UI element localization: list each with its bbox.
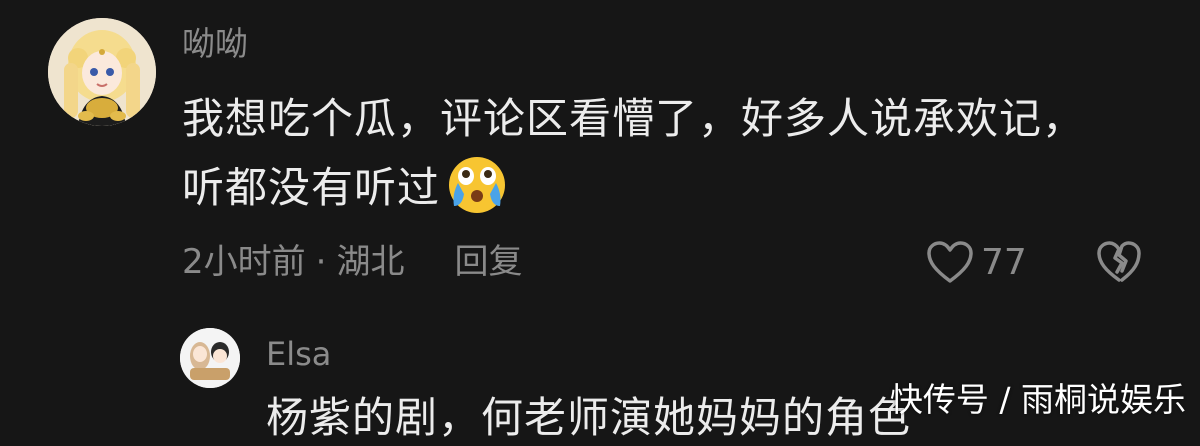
like-button[interactable]: 77 xyxy=(925,238,1027,286)
like-count: 77 xyxy=(981,241,1027,283)
comment-username[interactable]: 呦呦 xyxy=(182,24,248,64)
comment-text: 我想吃个瓜，评论区看懵了，好多人说承欢记， 听都没有听过 xyxy=(182,88,1172,213)
broken-heart-icon xyxy=(1097,241,1141,282)
watermark: 快传号 / 雨桐说娱乐 xyxy=(889,380,1186,419)
meta-separator: · xyxy=(315,242,327,282)
heart-icon xyxy=(927,241,973,283)
reply-avatar[interactable] xyxy=(180,328,240,388)
reply-avatar-illustration xyxy=(180,328,240,388)
comment-text-line-2-text: 听都没有听过 xyxy=(182,163,441,212)
dislike-button[interactable] xyxy=(1095,238,1143,286)
comment-text-line-1: 我想吃个瓜，评论区看懵了，好多人说承欢记， xyxy=(182,94,1086,143)
comment-location: 湖北 xyxy=(336,242,405,282)
reply-text: 杨紫的剧，何老师演她妈妈的角色 xyxy=(266,393,912,442)
reply-button[interactable]: 回复 xyxy=(454,240,522,284)
avatar-illustration xyxy=(48,18,156,126)
comment-meta: 2小时前 · 湖北 回复 xyxy=(182,240,522,284)
crying-laughing-emoji-icon xyxy=(444,150,510,216)
comment-time: 2小时前 xyxy=(182,242,306,282)
comment-text-line-2: 听都没有听过 xyxy=(182,150,1172,213)
reply-username[interactable]: Elsa xyxy=(266,334,331,374)
avatar[interactable] xyxy=(48,18,156,126)
